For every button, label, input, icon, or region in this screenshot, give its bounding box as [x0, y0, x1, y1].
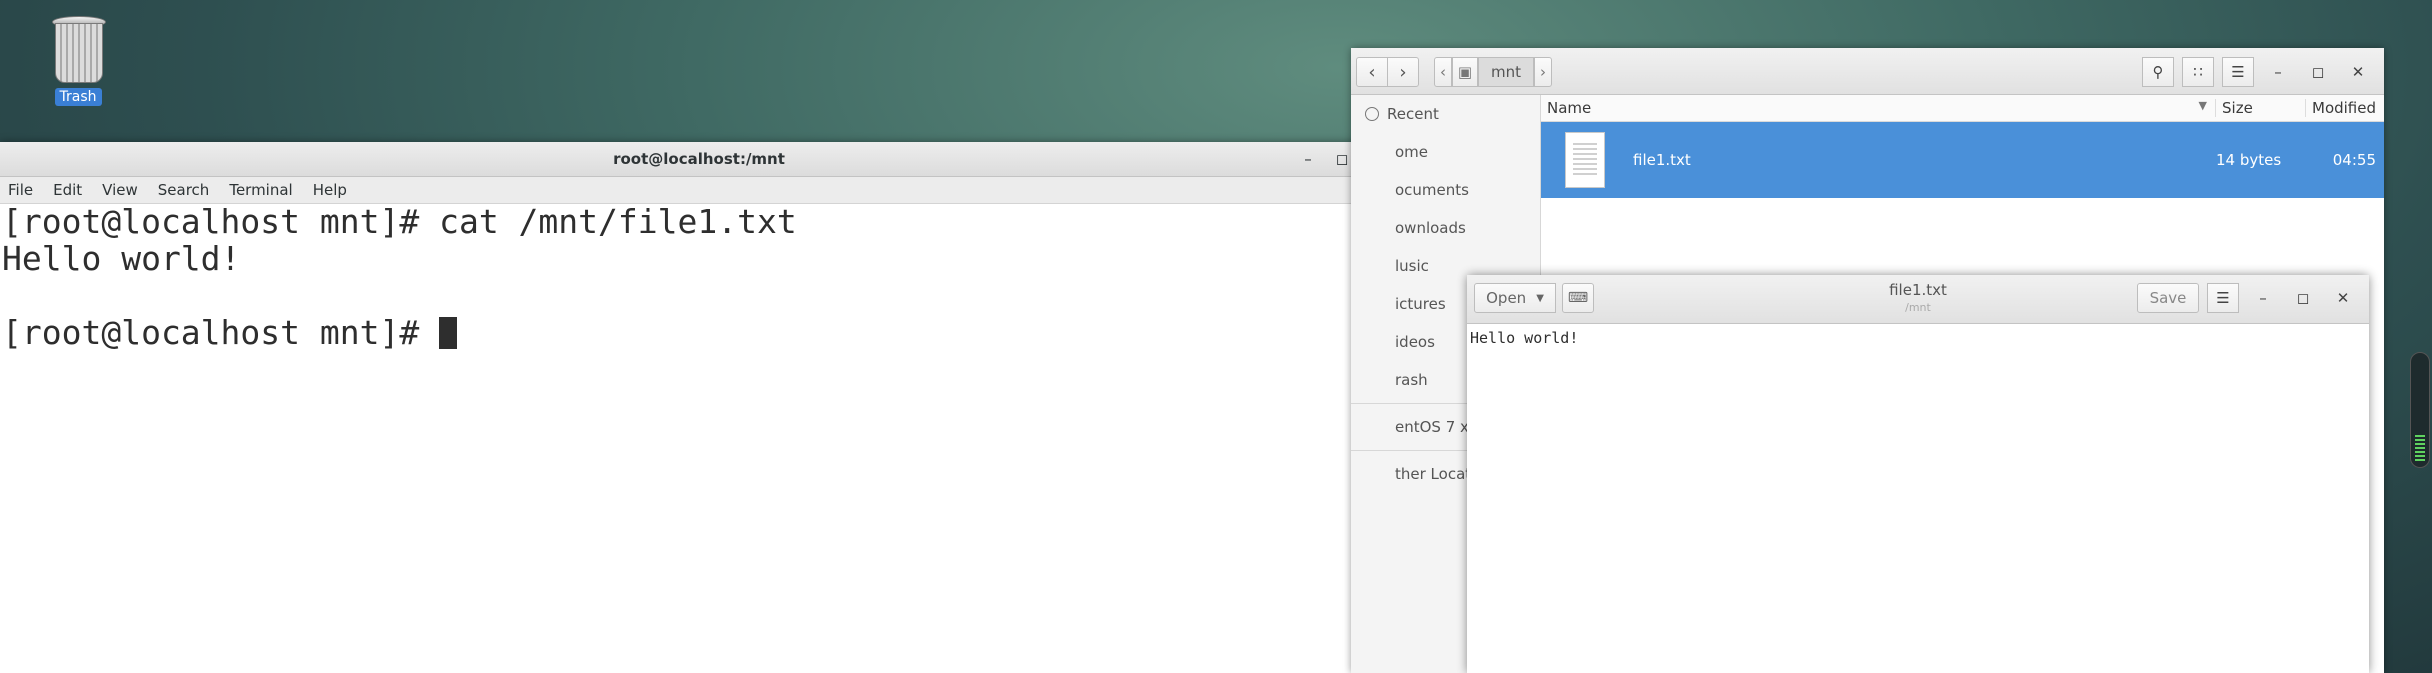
terminal-prompt-line: [root@localhost mnt]# — [2, 314, 1387, 351]
sidebar-item-home[interactable]: ome — [1351, 133, 1540, 171]
terminal-title: root@localhost:/mnt — [613, 150, 785, 168]
column-name-header[interactable]: Name ▼ — [1541, 99, 2216, 117]
menu-icon[interactable]: ☰ — [2222, 57, 2254, 87]
text-file-icon — [1565, 132, 1605, 188]
terminal-cursor — [439, 317, 458, 349]
path-bar: ‹ ▣ mnt › — [1434, 57, 1552, 87]
sort-down-icon: ▼ — [2198, 99, 2207, 112]
sidebar-item-recent[interactable]: Recent — [1351, 95, 1540, 133]
trash-icon — [50, 14, 106, 84]
path-left-arrow-icon[interactable]: ‹ — [1434, 57, 1452, 87]
maximize-icon[interactable]: ◻ — [2302, 57, 2334, 87]
desktop-trash-label: Trash — [54, 88, 102, 106]
file-modified: 04:55 — [2332, 151, 2376, 169]
file-size: 14 bytes — [2216, 151, 2282, 169]
home-path-icon[interactable]: ▣ — [1452, 57, 1478, 87]
sidebar-item-downloads[interactable]: ownloads — [1351, 209, 1540, 247]
menu-search[interactable]: Search — [158, 181, 210, 199]
menu-icon[interactable]: ☰ — [2207, 283, 2239, 313]
terminal-menubar: File Edit View Search Terminal Help — [0, 177, 1398, 204]
file-row[interactable]: file1.txt 14 bytes 04:55 — [1541, 122, 2384, 198]
path-right-arrow-icon[interactable]: › — [1534, 57, 1552, 87]
files-headerbar[interactable]: ‹ › ‹ ▣ mnt › ⚲ ∷ ☰ – ◻ ✕ — [1351, 48, 2384, 95]
save-button[interactable]: Save — [2137, 283, 2199, 313]
terminal-window: root@localhost:/mnt – ◻ ✕ File Edit View… — [0, 142, 1399, 673]
sidebar-item-documents[interactable]: ocuments — [1351, 171, 1540, 209]
column-modified-header[interactable]: Modified — [2306, 99, 2384, 117]
menu-terminal[interactable]: Terminal — [229, 181, 292, 199]
forward-icon[interactable]: › — [1387, 57, 1419, 87]
terminal-output[interactable]: [root@localhost mnt]# cat /mnt/file1.txt… — [0, 203, 1387, 673]
close-icon[interactable]: ✕ — [2342, 57, 2374, 87]
gedit-text-area[interactable]: Hello world! — [1470, 329, 1578, 347]
gedit-window: Open ▼ ⌨ file1.txt /mnt Save ☰ – ◻ ✕ Hell… — [1467, 275, 2369, 673]
clock-icon — [1365, 107, 1379, 121]
minimize-icon[interactable]: – — [2247, 283, 2279, 313]
menu-view[interactable]: View — [102, 181, 138, 199]
desktop-trash[interactable]: Trash — [42, 14, 114, 106]
minimize-icon[interactable]: – — [2262, 57, 2294, 87]
close-icon[interactable]: ✕ — [2327, 283, 2359, 313]
minimize-icon[interactable]: – — [1296, 147, 1320, 171]
menu-help[interactable]: Help — [313, 181, 347, 199]
menu-file[interactable]: File — [8, 181, 33, 199]
file-name: file1.txt — [1633, 151, 1691, 169]
terminal-titlebar[interactable]: root@localhost:/mnt – ◻ ✕ — [0, 142, 1398, 177]
menu-edit[interactable]: Edit — [53, 181, 82, 199]
file-list-header: Name ▼ Size Modified — [1541, 95, 2384, 122]
grid-view-icon[interactable]: ∷ — [2182, 57, 2214, 87]
column-size-header[interactable]: Size — [2216, 99, 2306, 117]
back-icon[interactable]: ‹ — [1356, 57, 1388, 87]
terminal-line: Hello world! — [2, 239, 241, 278]
maximize-icon[interactable]: ◻ — [2287, 283, 2319, 313]
terminal-prompt: [root@localhost mnt]# — [2, 313, 440, 352]
terminal-line: [root@localhost mnt]# cat /mnt/file1.txt — [2, 202, 797, 241]
path-segment-current[interactable]: mnt — [1478, 57, 1534, 87]
search-icon[interactable]: ⚲ — [2142, 57, 2174, 87]
edge-level-indicator — [2410, 352, 2430, 468]
gedit-headerbar[interactable]: Open ▼ ⌨ file1.txt /mnt Save ☰ – ◻ ✕ — [1467, 275, 2369, 324]
